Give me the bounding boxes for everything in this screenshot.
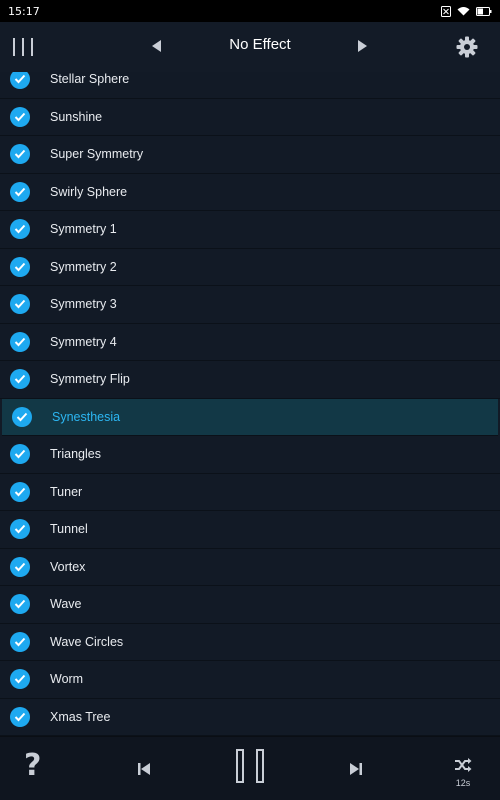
list-item-label: Tuner [50, 484, 83, 499]
checkmark-icon[interactable] [10, 594, 30, 615]
list-item[interactable]: Symmetry Flip [0, 361, 500, 399]
list-item[interactable]: Triangles [0, 436, 500, 474]
effects-list-inner: Stellar Sphere Sunshine Super Symmetry Swir… [0, 72, 500, 736]
app-bar: No Effect [0, 22, 500, 73]
list-item[interactable]: Xmas Tree [0, 698, 500, 736]
checkmark-icon[interactable] [10, 631, 30, 652]
list-item-label: Synesthesia [52, 409, 121, 424]
status-icons [441, 5, 492, 17]
list-item-label: Tunnel [50, 522, 88, 537]
checkmark-icon[interactable] [10, 331, 30, 352]
list-item[interactable]: Sunshine [0, 98, 500, 136]
list-item[interactable]: Tunnel [0, 511, 500, 549]
list-item-label: Xmas Tree [50, 709, 111, 724]
list-item[interactable]: Wave [0, 586, 500, 624]
checkmark-icon[interactable] [10, 144, 30, 165]
list-item[interactable]: Symmetry 4 [0, 323, 500, 361]
help-icon[interactable]: ? [24, 751, 41, 781]
no-sim-icon [441, 5, 451, 17]
list-item-label: Symmetry Flip [50, 372, 130, 387]
list-item[interactable]: Swirly Sphere [0, 173, 500, 211]
list-item-label: Vortex [50, 559, 86, 574]
list-item-label: Wave Circles [50, 634, 124, 649]
checkmark-icon[interactable] [10, 294, 30, 315]
list-item[interactable]: Symmetry 1 [0, 211, 500, 249]
battery-icon [476, 6, 492, 16]
checkmark-icon[interactable] [10, 519, 30, 540]
list-item[interactable]: Wave Circles [0, 623, 500, 661]
effects-list[interactable]: Stellar Sphere Sunshine Super Symmetry Swir… [0, 72, 500, 736]
list-item-label: Sunshine [50, 109, 103, 124]
next-effect-icon[interactable] [358, 40, 367, 52]
gear-icon[interactable] [456, 36, 478, 58]
wifi-icon [457, 6, 470, 16]
list-item-label: Symmetry 1 [50, 222, 117, 237]
list-item-label: Stellar Sphere [50, 72, 130, 87]
shuffle-button[interactable]: 12s [448, 757, 478, 793]
shuffle-interval-label: 12s [455, 778, 471, 788]
list-item[interactable]: Super Symmetry [0, 136, 500, 174]
checkmark-icon[interactable] [10, 481, 30, 502]
status-bar: 15:17 [0, 0, 500, 22]
bottom-control-bar: ? 12s [0, 736, 500, 800]
app-screen: 15:17 No Effect Stellar Sphere Sunshine … [0, 0, 500, 800]
checkmark-icon[interactable] [10, 444, 30, 465]
checkmark-icon[interactable] [10, 556, 30, 577]
shuffle-icon [455, 758, 472, 772]
list-item-label: Symmetry 4 [50, 334, 117, 349]
list-item-label: Symmetry 3 [50, 297, 117, 312]
list-item-label: Swirly Sphere [50, 184, 128, 199]
status-time: 15:17 [8, 4, 40, 18]
list-item-label: Symmetry 2 [50, 259, 117, 274]
checkmark-icon[interactable] [10, 706, 30, 727]
list-item[interactable]: Stellar Sphere [0, 72, 500, 99]
list-item-label: Super Symmetry [50, 147, 144, 162]
checkmark-icon[interactable] [10, 72, 30, 90]
previous-track-icon[interactable] [136, 761, 152, 775]
checkmark-icon[interactable] [10, 369, 30, 390]
list-item[interactable]: Symmetry 2 [0, 248, 500, 286]
list-item[interactable]: Symmetry 3 [0, 286, 500, 324]
list-item-selected[interactable]: Synesthesia [2, 398, 498, 436]
list-item-label: Worm [50, 672, 84, 687]
checkmark-icon[interactable] [10, 669, 30, 690]
list-item[interactable]: Worm [0, 661, 500, 699]
menu-icon[interactable] [10, 35, 36, 59]
checkmark-icon[interactable] [10, 219, 30, 240]
checkmark-icon[interactable] [10, 181, 30, 202]
next-track-icon[interactable] [348, 761, 364, 775]
list-item-label: Triangles [50, 447, 101, 462]
checkmark-icon[interactable] [12, 406, 32, 427]
list-item-label: Wave [50, 597, 82, 612]
list-item[interactable]: Vortex [0, 548, 500, 586]
current-effect-title: No Effect [229, 36, 291, 53]
list-item[interactable]: Tuner [0, 473, 500, 511]
pause-icon[interactable] [236, 749, 264, 785]
checkmark-icon[interactable] [10, 106, 30, 127]
checkmark-icon[interactable] [10, 256, 30, 277]
previous-effect-icon[interactable] [152, 40, 161, 52]
